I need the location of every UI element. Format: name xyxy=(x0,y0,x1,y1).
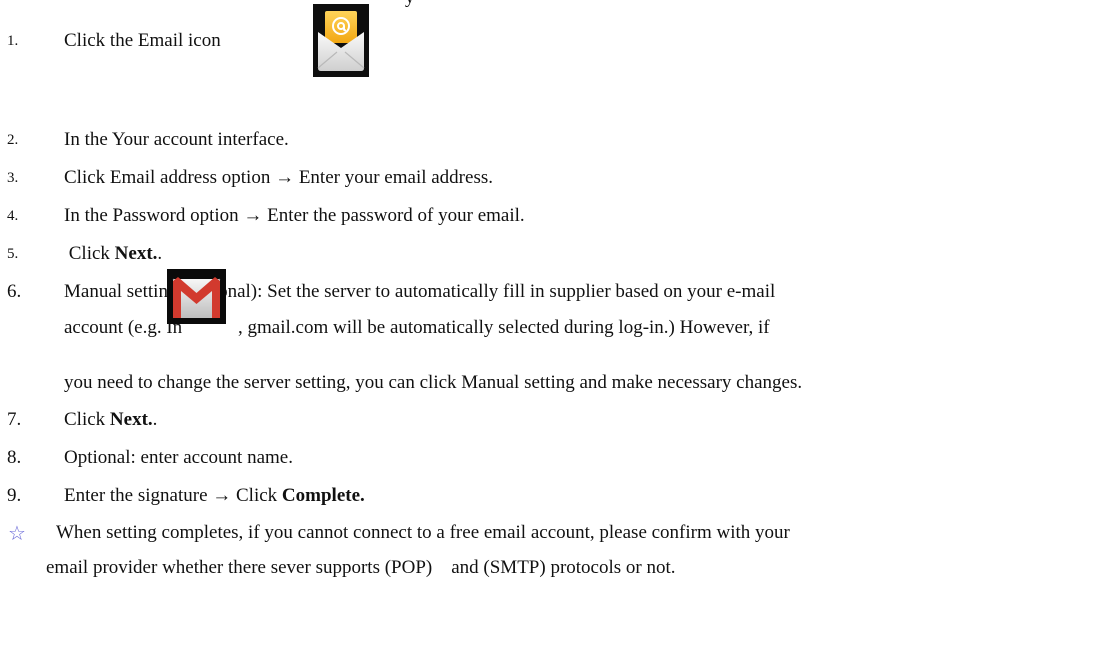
step-number: 6. xyxy=(7,281,22,302)
step-text: Enter the signature → Click Complete. xyxy=(64,485,365,506)
gmail-app-icon xyxy=(167,269,226,324)
note-line-1: When setting completes, if you cannot co… xyxy=(56,522,790,543)
step-number: 5. xyxy=(7,246,19,262)
step-number: 4. xyxy=(7,208,19,224)
step-number: 2. xyxy=(7,132,19,148)
step-text: Click Next.. xyxy=(64,409,158,430)
step-text-line-2a: account (e.g. In xyxy=(64,317,183,338)
cut-off-heading-fragment: y xyxy=(405,0,415,10)
step-text: Click Next.. xyxy=(64,243,163,264)
step-text: Click Email address option → Enter your … xyxy=(64,167,493,188)
step-text: Optional: enter account name. xyxy=(64,447,293,468)
step-text: In the Your account interface. xyxy=(64,129,289,150)
email-app-icon xyxy=(313,4,369,77)
step-number: 9. xyxy=(7,485,22,506)
step-number: 8. xyxy=(7,447,22,468)
note-line-2: email provider whether there sever suppo… xyxy=(46,557,676,578)
step-number: 7. xyxy=(7,409,22,430)
step-text: Click the Email icon xyxy=(64,30,221,51)
step-text-line-3: you need to change the server setting, y… xyxy=(64,372,803,393)
star-icon: ☆ xyxy=(8,521,26,545)
step-text: In the Password option → Enter the passw… xyxy=(64,205,525,226)
step-text-line-2b: , gmail.com will be automatically select… xyxy=(238,317,770,338)
step-number: 1. xyxy=(7,33,19,49)
instruction-page: y 1. Click the Email icon xyxy=(0,0,1105,653)
step-number: 3. xyxy=(7,170,19,186)
